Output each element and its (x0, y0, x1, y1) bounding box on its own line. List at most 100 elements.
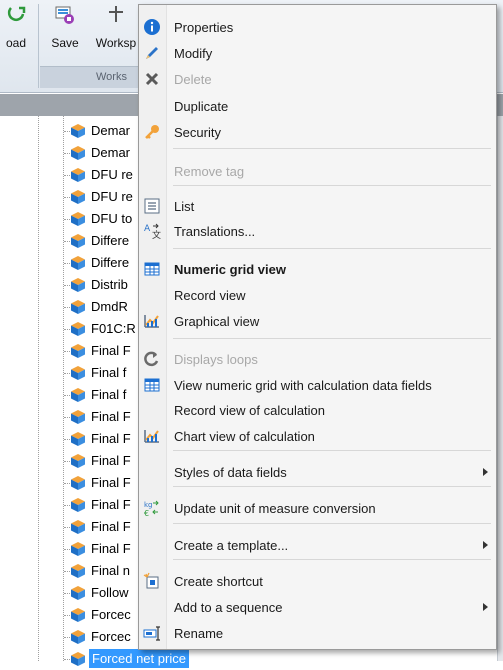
tree-item-label: Differe (91, 233, 130, 248)
save-button[interactable]: Save (44, 0, 86, 60)
cube-icon (71, 630, 85, 644)
loop-icon (144, 351, 159, 367)
tree-item-label: Forcec (91, 629, 131, 644)
key-icon (145, 125, 159, 139)
menu-item-label: Create shortcut (174, 574, 263, 589)
menu-separator (173, 523, 491, 524)
menu-item-styles-of-data-fields[interactable]: Styles of data fields (139, 460, 496, 484)
cube-icon (71, 432, 85, 446)
tree-item-label: F01C:R (91, 321, 136, 336)
menu-item-delete: Delete (139, 67, 496, 91)
menu-item-numeric-grid-view[interactable]: Numeric grid view (139, 257, 496, 281)
menu-item-list[interactable]: List (139, 194, 496, 218)
tree-item-label: Differe (91, 255, 130, 270)
context-menu: Properties Modify Delete Duplicate Security R… (138, 4, 497, 650)
save-icon (55, 6, 74, 24)
pencil-icon (146, 47, 158, 59)
menu-item-label: Record view (174, 288, 246, 303)
menu-item-label: List (174, 199, 195, 214)
menu-item-add-to-a-sequence[interactable]: Add to a sequence (139, 595, 496, 619)
cube-icon (71, 564, 85, 578)
tree-item-label: Demar (91, 123, 131, 138)
cube-icon (71, 256, 85, 270)
menu-item-chart-view-of-calculation[interactable]: Chart view of calculation (139, 424, 496, 448)
menu-item-label: Create a template... (174, 538, 289, 553)
cube-icon (71, 586, 85, 600)
grid-icon (144, 262, 160, 276)
cube-icon (71, 520, 85, 534)
menu-item-security[interactable]: Security (139, 120, 496, 144)
workspace-button-label: Worksp (95, 36, 137, 50)
cube-icon (71, 652, 85, 666)
tree-item-label: DFU re (91, 167, 133, 182)
menu-item-record-view-of-calculation[interactable]: Record view of calculation (139, 398, 496, 422)
chart-icon (144, 430, 159, 443)
menu-item-label: Rename (174, 626, 224, 641)
cube-icon (71, 322, 85, 336)
menu-item-create-a-template[interactable]: Create a template... (139, 533, 496, 557)
menu-item-label: Graphical view (174, 314, 260, 329)
tree-item-label: Final F (91, 409, 131, 424)
shortcut-icon (143, 572, 159, 589)
download-button[interactable]: oad (0, 0, 38, 60)
tree-item-label: DmdR (91, 299, 128, 314)
cube-icon (71, 388, 85, 402)
submenu-arrow-icon (483, 468, 488, 476)
menu-item-label: Duplicate (174, 99, 229, 114)
menu-item-label: Security (174, 125, 221, 140)
tree-item-label: Final F (91, 343, 131, 358)
tree-item-label: Forced net price (89, 649, 189, 668)
menu-item-create-shortcut[interactable]: Create shortcut (139, 569, 496, 593)
svg-text:€: € (144, 509, 149, 517)
menu-item-label: Modify (174, 46, 213, 61)
menu-item-modify[interactable]: Modify (139, 41, 496, 65)
menu-separator (173, 338, 491, 339)
tree-item-label: Forcec (91, 607, 131, 622)
menu-item-translations[interactable]: A 文 Translations... (139, 219, 496, 243)
menu-separator (173, 185, 491, 186)
menu-item-record-view[interactable]: Record view (139, 283, 496, 307)
menu-item-label: Remove tag (174, 164, 245, 179)
menu-item-view-numeric-grid-with-calculation-data-fields[interactable]: View numeric grid with calculation data … (139, 373, 496, 397)
menu-separator (173, 450, 491, 451)
ribbon-separator (38, 4, 39, 88)
tree-guide-line (38, 116, 39, 661)
menu-item-rename[interactable]: Rename (139, 621, 496, 645)
menu-item-duplicate[interactable]: Duplicate (139, 94, 496, 118)
tree-item-label: Final F (91, 475, 131, 490)
cube-icon (71, 168, 85, 182)
cube-icon (71, 278, 85, 292)
right-panel-edge (497, 116, 503, 661)
menu-item-label: Translations... (174, 224, 256, 239)
tree-item-label: Final f (91, 387, 127, 402)
cube-icon (71, 476, 85, 490)
x-icon (145, 72, 159, 86)
tree-item-label: Final F (91, 497, 131, 512)
unit-conversion-icon: kg€ (144, 500, 159, 517)
tree-item-label: Final n (91, 563, 131, 578)
save-button-label: Save (51, 36, 79, 50)
cube-icon (71, 124, 85, 138)
menu-separator (173, 248, 491, 249)
menu-item-graphical-view[interactable]: Graphical view (139, 309, 496, 333)
cube-icon (71, 542, 85, 556)
chart-icon (144, 315, 159, 328)
menu-separator (173, 559, 491, 560)
menu-item-label: Displays loops (174, 352, 258, 367)
menu-item-properties[interactable]: Properties (139, 15, 496, 39)
menu-item-label: Chart view of calculation (174, 429, 315, 444)
cube-icon (71, 300, 85, 314)
cube-icon (71, 212, 85, 226)
tree-item-label: Final F (91, 541, 131, 556)
menu-separator (173, 486, 491, 487)
menu-item-remove-tag: Remove tag (139, 159, 496, 183)
workspace-button[interactable]: Worksp (90, 0, 142, 60)
svg-text:文: 文 (152, 229, 161, 240)
rename-icon (143, 626, 160, 641)
download-icon (7, 6, 26, 21)
menu-separator (173, 148, 491, 149)
svg-text:kg: kg (144, 501, 153, 509)
tree-item-label: Distrib (91, 277, 128, 292)
cube-icon (71, 344, 85, 358)
menu-item-update-unit-of-measure-conversion[interactable]: kg € Update unit of measure conversion (139, 496, 496, 520)
